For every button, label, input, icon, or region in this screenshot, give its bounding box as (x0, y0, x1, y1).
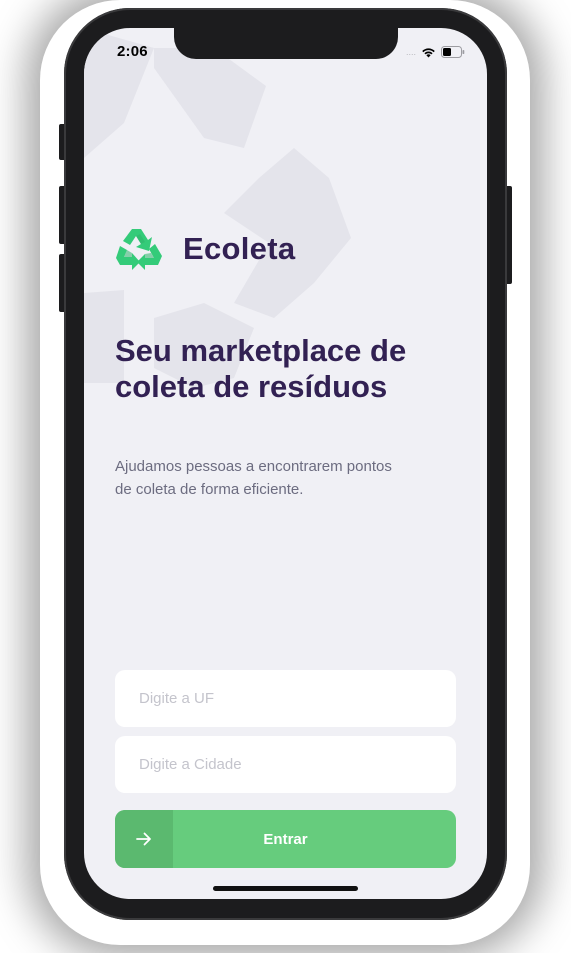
enter-button[interactable]: Entrar (115, 810, 456, 868)
brand-name: Ecoleta (183, 231, 296, 266)
recycle-icon (116, 229, 162, 270)
page-title: Seu marketplace de coleta de resíduos (115, 333, 407, 404)
status-time: 2:06 (117, 43, 148, 60)
home-indicator[interactable] (213, 886, 358, 891)
status-icons: .... (406, 43, 465, 61)
arrow-right-icon (136, 832, 151, 846)
home-screen: 2:06 .... Ecoleta Seu marketplace de col… (84, 28, 487, 899)
brand: Ecoleta (115, 226, 295, 272)
signal-indicator: .... (405, 46, 416, 57)
battery-icon (441, 46, 465, 58)
notch (174, 28, 398, 59)
enter-button-label: Entrar (263, 830, 308, 848)
app-window: 2:06 .... Ecoleta Seu marketplace de col… (0, 0, 571, 953)
enter-icon-box (115, 810, 173, 868)
city-input[interactable] (115, 736, 456, 793)
page-description: Ajudamos pessoas a encontrarem pontos de… (115, 458, 392, 498)
uf-input[interactable] (115, 670, 456, 727)
wifi-icon (422, 47, 435, 57)
